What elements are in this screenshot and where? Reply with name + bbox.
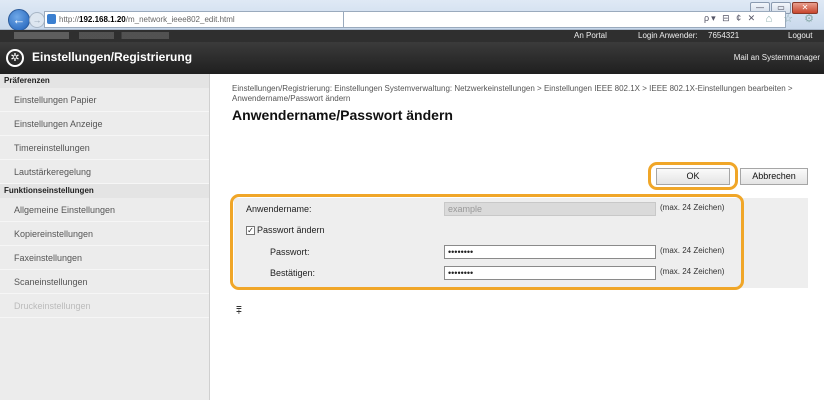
sidebar-item-print[interactable]: Druckeinstellungen bbox=[0, 294, 209, 318]
toolbar-icons[interactable]: ⌂ ☆ ⚙ bbox=[766, 12, 818, 25]
sidebar-item-copy[interactable]: Kopiereinstellungen bbox=[0, 222, 209, 246]
main-content: Einstellungen/Registrierung: Einstellung… bbox=[224, 74, 824, 400]
sidebar: Präferenzen Einstellungen Papier Einstel… bbox=[0, 74, 210, 400]
device-name-blurred bbox=[14, 32, 264, 39]
settings-gear-icon: ✲ bbox=[6, 49, 24, 67]
mail-admin-link[interactable]: Mail an Systemmanager bbox=[734, 53, 820, 62]
sidebar-item-timer[interactable]: Timereinstellungen bbox=[0, 136, 209, 160]
sidebar-section-preferences: Präferenzen bbox=[0, 74, 209, 88]
form-highlight-ring bbox=[230, 194, 744, 290]
cancel-button[interactable]: Abbrechen bbox=[740, 168, 808, 185]
sidebar-item-paper[interactable]: Einstellungen Papier bbox=[0, 88, 209, 112]
sidebar-item-scan[interactable]: Scaneinstellungen bbox=[0, 270, 209, 294]
url-path: /m_network_ieee802_edit.html bbox=[125, 15, 235, 24]
sidebar-section-functions: Funktionseinstellungen bbox=[0, 184, 209, 198]
app-header: ✲ Einstellungen/Registrierung Mail an Sy… bbox=[0, 42, 824, 74]
sidebar-item-volume[interactable]: Lautstärkeregelung bbox=[0, 160, 209, 184]
sidebar-item-fax[interactable]: Faxeinstellungen bbox=[0, 246, 209, 270]
forward-arrow-icon[interactable]: → bbox=[29, 12, 45, 28]
login-label: Login Anwender: bbox=[638, 31, 698, 40]
login-user: 7654321 bbox=[708, 31, 740, 40]
url-prefix: http:// bbox=[59, 15, 80, 24]
browser-titlebar: — ▭ ✕ ← → http://192.168.1.20/m_network_… bbox=[0, 0, 824, 31]
back-arrow-icon[interactable]: ← bbox=[8, 9, 30, 31]
address-tools[interactable]: ρ▾ ⊟ ¢ ✕ bbox=[704, 13, 757, 24]
sidebar-item-display[interactable]: Einstellungen Anzeige bbox=[0, 112, 209, 136]
address-bar[interactable]: http://192.168.1.20/m_network_ieee802_ed… bbox=[44, 11, 344, 28]
logout-link[interactable]: Logout bbox=[788, 31, 812, 40]
page-icon bbox=[47, 14, 56, 24]
url-host: 192.168.1.20 bbox=[79, 15, 126, 24]
portal-link[interactable]: An Portal bbox=[574, 31, 607, 40]
scroll-to-top-icon[interactable]: ⩱ bbox=[236, 306, 242, 317]
top-info-strip: An Portal Login Anwender: 7654321 Logout bbox=[0, 30, 824, 42]
ok-button[interactable]: OK bbox=[656, 168, 730, 185]
app-title: Einstellungen/Registrierung bbox=[32, 50, 193, 64]
breadcrumb: Einstellungen/Registrierung: Einstellung… bbox=[232, 84, 793, 103]
page-title: Anwendername/Passwort ändern bbox=[232, 107, 453, 123]
sidebar-item-general[interactable]: Allgemeine Einstellungen bbox=[0, 198, 209, 222]
